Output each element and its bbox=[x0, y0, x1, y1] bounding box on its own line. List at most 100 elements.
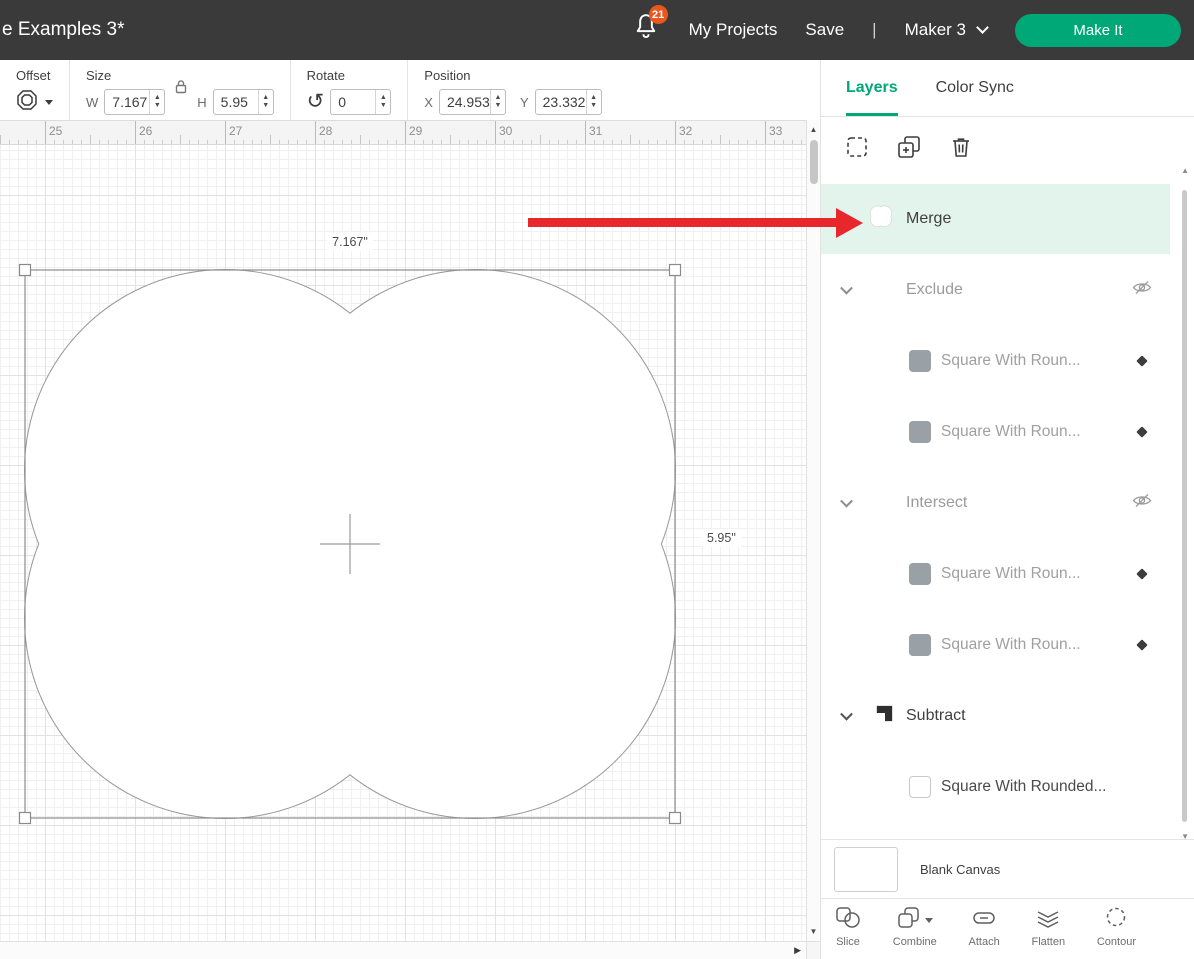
layer-color-swatch[interactable] bbox=[909, 634, 931, 656]
vertical-scroll-thumb[interactable] bbox=[810, 140, 818, 184]
layers-toolbar bbox=[821, 117, 1194, 177]
layer-row[interactable]: Square With Roun... bbox=[821, 325, 1194, 396]
scroll-right-icon[interactable]: ▶ bbox=[794, 945, 801, 956]
width-field-label: W bbox=[86, 95, 98, 110]
notification-badge: 21 bbox=[649, 5, 668, 24]
slice-button[interactable]: Slice bbox=[835, 906, 861, 959]
group-label: Exclude bbox=[906, 281, 963, 299]
offset-button[interactable] bbox=[16, 89, 53, 116]
tab-layers[interactable]: Layers bbox=[846, 60, 898, 116]
ruler-tick: 31 bbox=[589, 124, 602, 138]
visibility-off-icon[interactable] bbox=[1132, 279, 1152, 301]
layer-row[interactable]: Square With Rounded... bbox=[821, 751, 1194, 822]
rotate-label: Rotate bbox=[307, 68, 392, 83]
rotate-stepper[interactable]: ▲▼ bbox=[375, 90, 390, 114]
layer-color-swatch[interactable] bbox=[909, 350, 931, 372]
group-label: Subtract bbox=[906, 707, 966, 725]
layer-sync-diamond-icon[interactable] bbox=[1136, 568, 1147, 579]
panel-scroll-up-icon[interactable]: ▲ bbox=[1181, 166, 1189, 175]
rotate-value: 0 bbox=[331, 94, 375, 110]
layer-color-swatch[interactable] bbox=[909, 421, 931, 443]
layer-color-swatch[interactable] bbox=[909, 563, 931, 585]
trash-icon[interactable] bbox=[948, 134, 974, 160]
shape-height-label: 5.95" bbox=[702, 529, 741, 547]
scroll-up-icon[interactable]: ▲ bbox=[807, 125, 820, 134]
save-link[interactable]: Save bbox=[805, 20, 844, 40]
app-window: e Examples 3* 21 My Projects Save | Make… bbox=[0, 0, 1194, 959]
height-value: 5.95 bbox=[214, 94, 258, 110]
combine-button[interactable]: Combine bbox=[893, 906, 937, 959]
layer-actions-bar: Slice Combine Attach bbox=[821, 898, 1194, 959]
width-stepper[interactable]: ▲▼ bbox=[149, 90, 164, 114]
make-it-button[interactable]: Make It bbox=[1015, 14, 1181, 47]
duplicate-icon[interactable] bbox=[896, 134, 922, 160]
canvas-horizontal-scrollbar[interactable]: ▶ bbox=[0, 941, 806, 959]
panel-scrollbar[interactable] bbox=[1182, 190, 1187, 822]
layer-label: Square With Roun... bbox=[941, 565, 1081, 583]
aspect-lock-icon[interactable] bbox=[174, 79, 188, 99]
machine-selector[interactable]: Maker 3 bbox=[905, 20, 987, 40]
chevron-down-icon bbox=[976, 21, 989, 34]
subtract-shape-icon bbox=[873, 702, 896, 730]
canvas-color-swatch[interactable] bbox=[834, 847, 898, 892]
height-input[interactable]: 5.95 ▲▼ bbox=[213, 89, 274, 115]
rotate-icon[interactable]: ↺ bbox=[307, 91, 325, 113]
offset-section: Offset bbox=[0, 60, 69, 120]
tab-color-sync[interactable]: Color Sync bbox=[936, 60, 1014, 116]
shape-width-label: 7.167" bbox=[327, 233, 373, 251]
layer-list: Merge Exclude Square With Roun... Square… bbox=[821, 184, 1194, 823]
x-field-label: X bbox=[424, 95, 433, 110]
layer-row[interactable]: Square With Roun... bbox=[821, 396, 1194, 467]
layer-row-merge[interactable]: Merge bbox=[821, 184, 1170, 254]
width-input[interactable]: 7.167 ▲▼ bbox=[104, 89, 165, 115]
combine-dropdown-caret[interactable] bbox=[925, 918, 933, 923]
offset-dropdown-caret bbox=[45, 100, 53, 105]
layer-sync-diamond-icon[interactable] bbox=[1136, 426, 1147, 437]
group-row-intersect[interactable]: Intersect bbox=[821, 467, 1194, 538]
visibility-off-icon[interactable] bbox=[1132, 492, 1152, 514]
layer-sync-diamond-icon[interactable] bbox=[1136, 639, 1147, 650]
canvas-vertical-scrollbar[interactable]: ▲ ▼ bbox=[806, 120, 820, 941]
layer-row[interactable]: Square With Roun... bbox=[821, 609, 1194, 680]
group-row-exclude[interactable]: Exclude bbox=[821, 254, 1194, 325]
offset-icon bbox=[16, 89, 38, 116]
notifications-button[interactable]: 21 bbox=[631, 14, 661, 46]
width-value: 7.167 bbox=[105, 94, 149, 110]
x-position-input[interactable]: 24.953 ▲▼ bbox=[439, 89, 506, 115]
machine-name: Maker 3 bbox=[905, 20, 966, 40]
rotate-input[interactable]: 0 ▲▼ bbox=[330, 89, 391, 115]
my-projects-link[interactable]: My Projects bbox=[689, 20, 778, 40]
height-stepper[interactable]: ▲▼ bbox=[258, 90, 273, 114]
contour-button[interactable]: Contour bbox=[1097, 906, 1136, 959]
chevron-down-icon[interactable] bbox=[840, 707, 853, 720]
ruler-tick: 25 bbox=[49, 124, 62, 138]
position-section: Position X 24.953 ▲▼ Y 23.332 ▲▼ bbox=[407, 60, 617, 120]
canvas-shape-layer bbox=[0, 145, 806, 941]
y-position-value: 23.332 bbox=[536, 94, 586, 110]
y-position-stepper[interactable]: ▲▼ bbox=[586, 90, 601, 114]
layer-sync-diamond-icon[interactable] bbox=[1136, 355, 1147, 366]
attach-button[interactable]: Attach bbox=[969, 906, 1000, 959]
layer-color-swatch[interactable] bbox=[909, 776, 931, 798]
layers-panel: Layers Color Sync bbox=[820, 60, 1194, 959]
annotation-arrow-icon bbox=[528, 218, 836, 227]
combine-icon bbox=[897, 906, 921, 934]
offset-label: Offset bbox=[16, 68, 53, 83]
select-all-icon[interactable] bbox=[844, 134, 870, 160]
scroll-down-icon[interactable]: ▼ bbox=[807, 927, 820, 936]
layer-label: Square With Roun... bbox=[941, 636, 1081, 654]
group-row-subtract[interactable]: Subtract bbox=[821, 680, 1194, 751]
ruler-tick: 26 bbox=[139, 124, 152, 138]
ruler-tick: 29 bbox=[409, 124, 422, 138]
design-canvas[interactable]: 7.167" 5.95" bbox=[0, 145, 806, 941]
y-field-label: Y bbox=[520, 95, 529, 110]
layer-label: Square With Roun... bbox=[941, 352, 1081, 370]
layer-row[interactable]: Square With Roun... bbox=[821, 538, 1194, 609]
chevron-down-icon[interactable] bbox=[840, 494, 853, 507]
flatten-button[interactable]: Flatten bbox=[1031, 906, 1065, 959]
chevron-down-icon[interactable] bbox=[840, 281, 853, 294]
x-position-stepper[interactable]: ▲▼ bbox=[490, 90, 505, 114]
ruler-tick: 27 bbox=[229, 124, 242, 138]
y-position-input[interactable]: 23.332 ▲▼ bbox=[535, 89, 602, 115]
size-section: Size W 7.167 ▲▼ H 5.95 ▲▼ bbox=[69, 60, 290, 120]
